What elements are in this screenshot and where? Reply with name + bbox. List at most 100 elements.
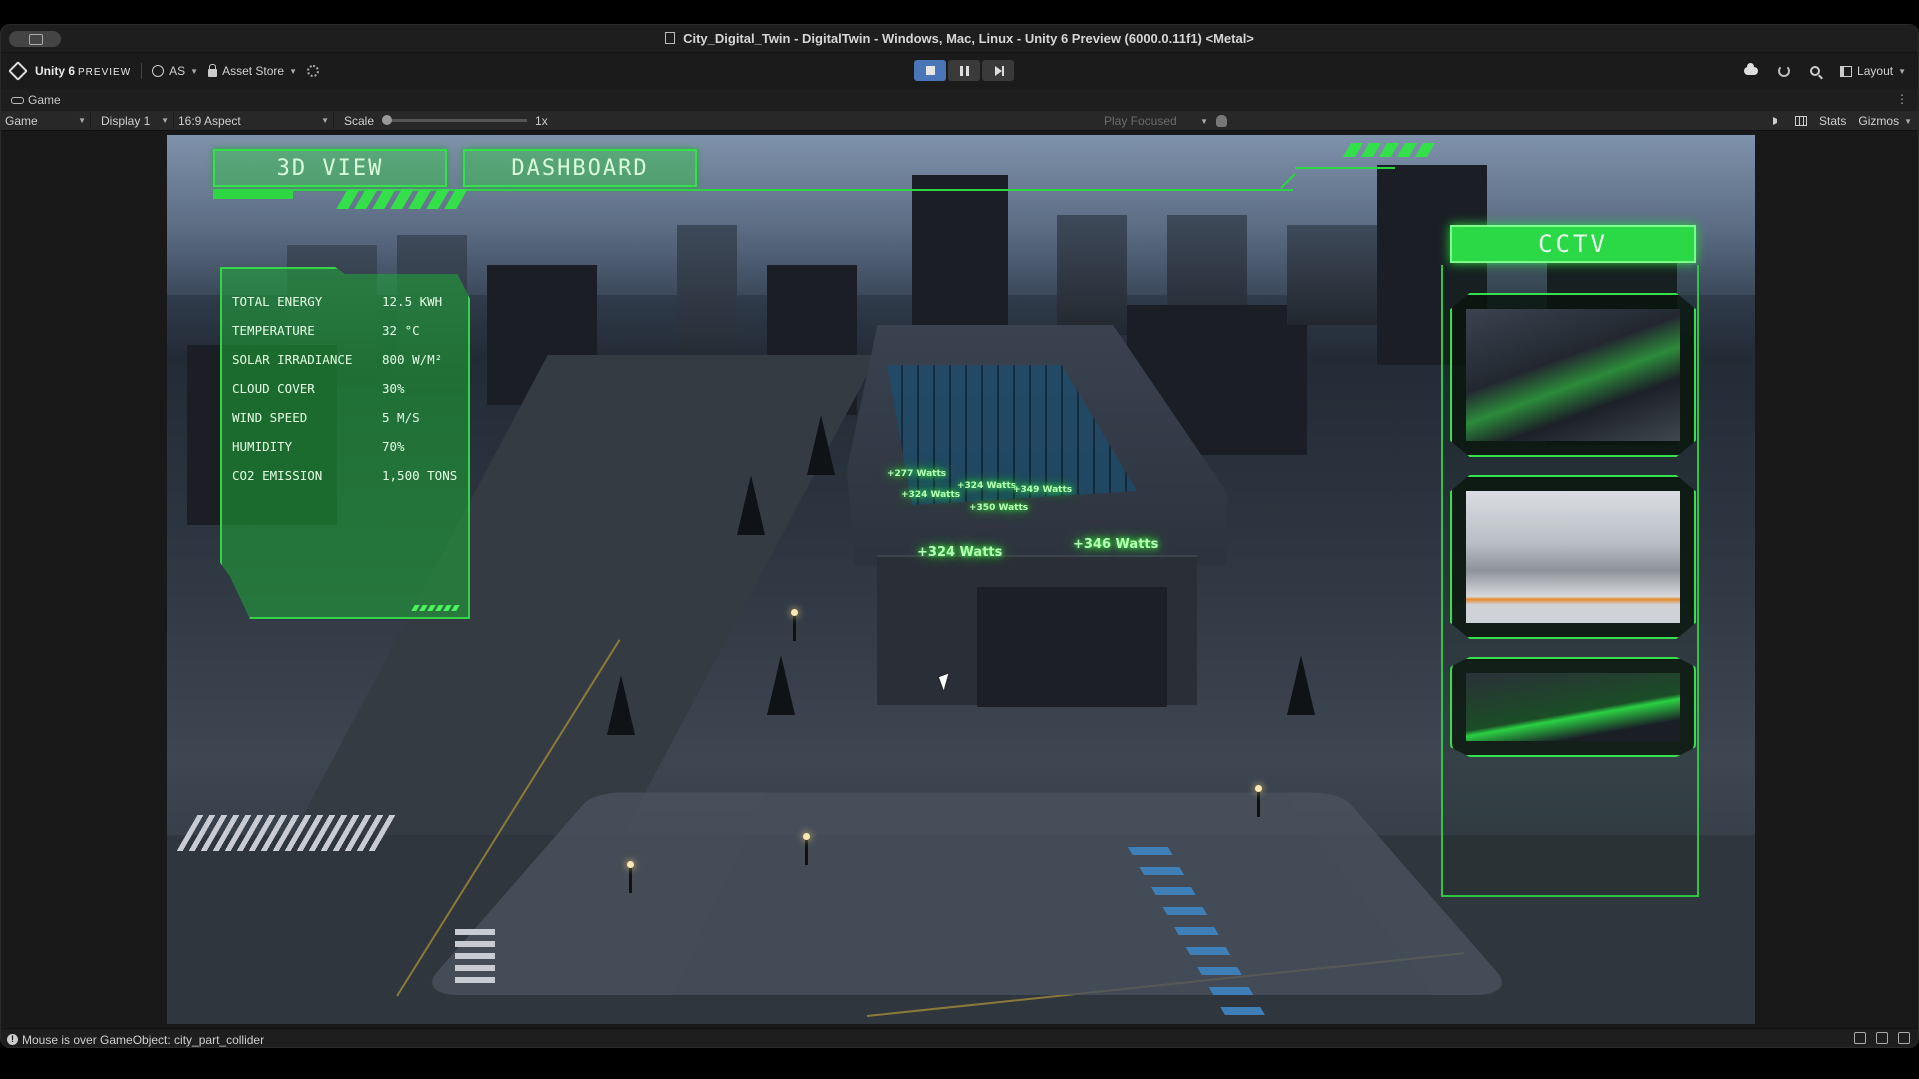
game-view-controls: Game ▼ Display 1 ▼ 16:9 Aspect ▼ Scale 1x P…	[1, 110, 1918, 131]
chevron-down-icon: ▼	[161, 116, 169, 125]
chevron-down-icon: ▼	[1898, 66, 1906, 76]
cctv-feed-image	[1466, 491, 1680, 623]
hangar-front	[877, 555, 1197, 707]
tree	[737, 475, 765, 535]
layout-dropdown[interactable]: Layout ▼	[1840, 64, 1906, 78]
cctv-feed-2[interactable]	[1450, 475, 1696, 639]
layout-icon	[1840, 65, 1853, 77]
main-toolbar: Unity 6 PREVIEW AS ▼ Asset Store ▼ Layout ▼	[1, 53, 1918, 89]
gizmos-dropdown[interactable]: Gizmos ▼	[1858, 114, 1912, 128]
cctv-feed-3[interactable]	[1450, 657, 1696, 757]
crosswalk	[455, 929, 495, 985]
pause-icon	[959, 65, 969, 76]
cctv-title: CCTV	[1450, 225, 1696, 263]
stat-row-co2-emission: CO2 EMISSION 1,500 TONS	[232, 468, 458, 483]
store-icon	[208, 63, 218, 77]
environment-stats-panel: TOTAL ENERGY 12.5 KWH TEMPERATURE 32 °C SO…	[220, 267, 470, 619]
tree	[607, 675, 635, 735]
document-icon	[665, 32, 676, 44]
watt-label: +350 Watts	[969, 503, 1029, 513]
crosswalk	[176, 815, 398, 851]
step-button[interactable]	[982, 60, 1014, 81]
3d-view-button[interactable]: 3D VIEW	[213, 149, 447, 187]
unity-editor-window: City_Digital_Twin - DigitalTwin - Window…	[0, 24, 1919, 1048]
game-tab[interactable]: Game ⋮	[1, 89, 1918, 111]
chevron-down-icon: ▼	[78, 116, 86, 125]
tree	[807, 415, 835, 475]
watt-label: +324 Watts	[957, 481, 1017, 491]
cloud-icon[interactable]	[1744, 63, 1759, 75]
solar-hangar	[847, 325, 1227, 707]
play-focused-dropdown[interactable]: Play Focused ▼	[1104, 111, 1208, 131]
tree	[1287, 655, 1315, 715]
window-title: City_Digital_Twin - DigitalTwin - Window…	[665, 31, 1254, 46]
stat-row-humidity: HUMIDITY 70%	[232, 439, 405, 454]
hud-stripes	[336, 189, 468, 209]
hud-divider-line	[1295, 167, 1395, 169]
play-stop-button[interactable]	[914, 60, 946, 81]
account-dropdown[interactable]: AS ▼	[152, 64, 198, 78]
aspect-dropdown[interactable]: 16:9 Aspect ▼	[174, 110, 334, 131]
search-icon[interactable]	[1810, 66, 1821, 76]
hud-stripes	[1342, 143, 1436, 157]
view-mode-dropdown[interactable]: Game ▼	[1, 110, 91, 131]
stat-row-total-energy: TOTAL ENERGY 12.5 KWH	[232, 294, 443, 309]
hud-accent-bar	[213, 191, 293, 199]
unity-logo-icon	[8, 61, 28, 81]
watt-label: +349 Watts	[1013, 485, 1073, 495]
gamepad-icon	[11, 96, 24, 104]
step-icon	[994, 65, 1004, 76]
stat-row-temperature: TEMPERATURE 32 °C	[232, 323, 420, 338]
title-bar: City_Digital_Twin - DigitalTwin - Window…	[1, 25, 1918, 53]
status-message[interactable]: Mouse is over GameObject: city_part_coll…	[22, 1033, 264, 1047]
display-dropdown[interactable]: Display 1 ▼	[91, 110, 174, 131]
more-options-icon[interactable]: ⋮	[1896, 93, 1908, 105]
debug-status-icon[interactable]	[1854, 1032, 1866, 1044]
cctv-feed-image	[1466, 309, 1680, 441]
scale-slider-handle[interactable]	[382, 115, 393, 125]
street-lamp	[791, 609, 798, 641]
cloud-services-icon[interactable]	[307, 65, 320, 77]
sidebar-toggle-button[interactable]	[9, 31, 61, 47]
undo-history-icon[interactable]	[1778, 65, 1791, 77]
tree	[767, 655, 795, 715]
street-lamp	[803, 833, 810, 865]
frame-debugger-icon[interactable]	[1795, 116, 1808, 126]
street-lamp	[1255, 785, 1262, 817]
toolbar-divider	[141, 63, 143, 79]
plaza	[417, 792, 1517, 995]
watt-label: +324 Watts	[901, 490, 961, 500]
game-viewport[interactable]: +277 Watts +324 Watts +324 Watts +349 Wa…	[167, 135, 1755, 1024]
user-icon	[152, 65, 165, 77]
progress-status-icon[interactable]	[1898, 1032, 1910, 1044]
street-lamp	[627, 861, 634, 893]
unity-brand: Unity 6 PREVIEW	[35, 64, 132, 78]
asset-store-dropdown[interactable]: Asset Store ▼	[208, 63, 298, 78]
watt-label: +324 Watts	[917, 545, 1003, 560]
building	[677, 225, 737, 375]
scale-slider-group: Scale 1x	[344, 113, 548, 128]
layers-status-icon[interactable]	[1876, 1032, 1888, 1044]
playmode-controls	[914, 60, 1014, 81]
building	[1057, 215, 1127, 335]
hangar-door	[977, 587, 1167, 707]
stop-icon	[925, 66, 935, 75]
chevron-down-icon: ▼	[1200, 116, 1208, 126]
cctv-feed-1[interactable]	[1450, 293, 1696, 457]
dashboard-button[interactable]: DASHBOARD	[463, 149, 697, 187]
pause-button[interactable]	[948, 60, 980, 81]
scale-slider[interactable]	[382, 115, 528, 125]
watt-label: +346 Watts	[1073, 537, 1159, 552]
stat-row-wind-speed: WIND SPEED 5 M/S	[232, 410, 420, 425]
mute-audio-icon[interactable]	[1773, 117, 1783, 125]
chevron-down-icon: ▼	[321, 116, 329, 125]
watt-label: +277 Watts	[887, 469, 947, 479]
info-icon: !	[7, 1034, 18, 1045]
debug-icon[interactable]	[1216, 115, 1227, 127]
status-bar: ! Mouse is over GameObject: city_part_co…	[1, 1028, 1918, 1047]
cctv-feed-image	[1466, 673, 1680, 741]
chevron-down-icon: ▼	[1904, 116, 1912, 126]
stats-button[interactable]: Stats	[1819, 114, 1846, 128]
chevron-down-icon: ▼	[289, 66, 298, 76]
chevron-down-icon: ▼	[190, 66, 199, 76]
